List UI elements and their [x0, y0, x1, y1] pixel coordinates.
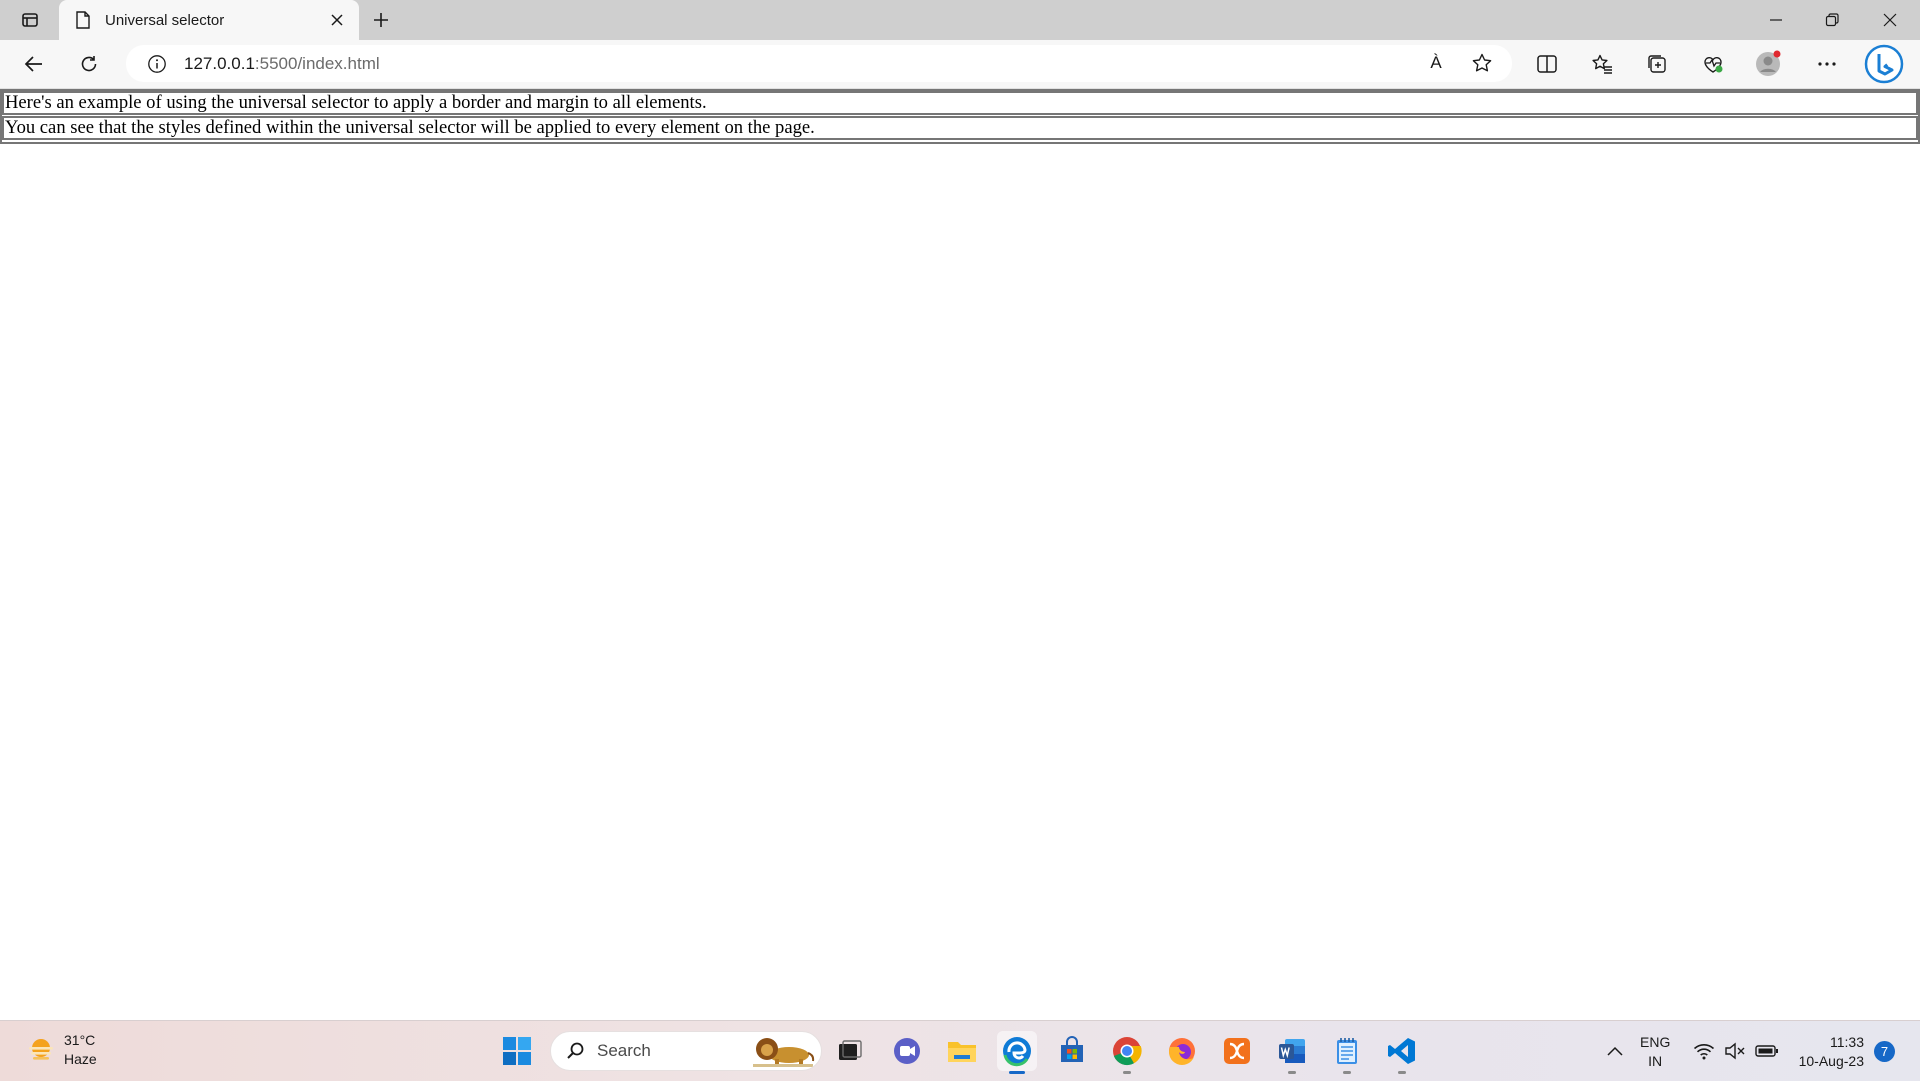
- chevron-up-icon: [1607, 1046, 1623, 1056]
- teams-chat-button[interactable]: [887, 1031, 927, 1071]
- clock[interactable]: 11:33 10-Aug-23: [1784, 1033, 1864, 1071]
- more-button[interactable]: [1810, 48, 1844, 80]
- paragraph-1: Here's an example of using the universal…: [2, 91, 1918, 115]
- tab-actions-button[interactable]: [16, 8, 44, 32]
- chrome-running-indicator: [1123, 1071, 1131, 1074]
- microsoft-store-button[interactable]: [1052, 1031, 1092, 1071]
- teams-chat-icon: [894, 1038, 920, 1064]
- address-bar[interactable]: 127.0.0.1:5500/index.html À: [126, 45, 1512, 82]
- page-viewport: Here's an example of using the universal…: [0, 89, 1920, 1020]
- split-screen-button[interactable]: [1530, 48, 1564, 80]
- bing-copilot-icon: [1864, 44, 1904, 84]
- task-view-button[interactable]: [830, 1031, 870, 1071]
- word-icon: [1279, 1039, 1305, 1063]
- taskbar: 31°C Haze Search ENG IN 11:33 10-Aug-23 …: [0, 1020, 1920, 1081]
- haze-sun-icon: [29, 1039, 53, 1060]
- vscode-running-indicator: [1398, 1071, 1406, 1074]
- firefox-button[interactable]: [1162, 1031, 1202, 1071]
- file-explorer-icon: [948, 1042, 976, 1062]
- speaker-muted-icon: [1725, 1042, 1745, 1060]
- xampp-button[interactable]: [1217, 1031, 1257, 1071]
- word-button[interactable]: [1272, 1031, 1312, 1074]
- notepad-icon: [1337, 1038, 1357, 1064]
- minimize-icon: [1770, 19, 1782, 21]
- wifi-icon: [1693, 1044, 1714, 1060]
- firefox-icon: [1169, 1038, 1195, 1065]
- profile-icon: [1756, 50, 1781, 76]
- notepad-running-indicator: [1343, 1071, 1351, 1074]
- notepad-button[interactable]: [1327, 1031, 1367, 1074]
- weather-temp: 31°C: [64, 1032, 96, 1048]
- word-running-indicator: [1288, 1071, 1296, 1074]
- plus-icon: [374, 13, 388, 27]
- new-tab-button[interactable]: [366, 6, 396, 34]
- paragraph-2: You can see that the styles defined with…: [2, 116, 1918, 140]
- url-host: 127.0.0.1: [184, 53, 255, 73]
- start-button[interactable]: [497, 1031, 537, 1071]
- windows-start-icon: [503, 1037, 531, 1065]
- read-aloud-icon: À: [1430, 53, 1442, 72]
- close-window-icon: [1883, 13, 1897, 27]
- close-window-button[interactable]: [1862, 0, 1918, 40]
- browser-essentials-button[interactable]: [1696, 48, 1730, 80]
- title-bar: Universal selector: [0, 0, 1920, 40]
- refresh-button[interactable]: [72, 48, 106, 80]
- tab-title: Universal selector: [105, 11, 225, 29]
- read-aloud-button[interactable]: À: [1418, 48, 1454, 78]
- clock-date: 10-Aug-23: [1798, 1053, 1864, 1069]
- lion-illustration-icon: [753, 1038, 815, 1067]
- quick-settings-button[interactable]: [1688, 1031, 1784, 1071]
- collections-icon: [1648, 55, 1666, 73]
- document-body: Here's an example of using the universal…: [0, 89, 1920, 144]
- language-indicator[interactable]: ENG IN: [1640, 1033, 1670, 1071]
- browser-essentials-icon: [1704, 57, 1723, 73]
- notification-badge[interactable]: 7: [1874, 1041, 1895, 1062]
- microsoft-store-icon: [1061, 1036, 1083, 1062]
- edge-taskbar-button[interactable]: [997, 1031, 1037, 1074]
- back-button[interactable]: [17, 48, 51, 80]
- battery-icon: [1755, 1045, 1779, 1057]
- restore-icon: [1825, 13, 1839, 27]
- active-tab[interactable]: Universal selector: [59, 0, 359, 40]
- refresh-icon: [81, 56, 97, 72]
- close-icon: [331, 14, 343, 26]
- show-hidden-icons-button[interactable]: [1595, 1031, 1635, 1071]
- edge-running-indicator: [1009, 1071, 1025, 1074]
- collections-button[interactable]: [1640, 48, 1674, 80]
- language-region: IN: [1648, 1053, 1663, 1069]
- url-path: :5500/index.html: [254, 53, 380, 73]
- page-icon: [73, 10, 93, 30]
- weather-widget[interactable]: 31°C Haze: [26, 1031, 97, 1069]
- bing-copilot-button[interactable]: [1864, 44, 1904, 84]
- back-icon: [24, 56, 42, 72]
- chrome-icon: [1113, 1037, 1142, 1066]
- browser-toolbar: 127.0.0.1:5500/index.html À: [0, 40, 1920, 89]
- chrome-button[interactable]: [1107, 1031, 1147, 1074]
- file-explorer-button[interactable]: [942, 1031, 982, 1071]
- split-screen-icon: [1537, 55, 1557, 73]
- favorite-button[interactable]: [1464, 48, 1500, 78]
- favorite-star-icon: [1472, 53, 1492, 72]
- vscode-icon: [1388, 1038, 1415, 1064]
- clock-time: 11:33: [1830, 1034, 1864, 1050]
- xampp-icon: [1224, 1038, 1250, 1064]
- language-code: ENG: [1640, 1034, 1671, 1050]
- taskbar-search[interactable]: Search: [550, 1031, 822, 1071]
- more-icon: [1818, 62, 1836, 66]
- task-view-icon: [839, 1040, 862, 1060]
- info-icon[interactable]: [146, 53, 168, 75]
- tab-close-button[interactable]: [323, 6, 351, 34]
- vscode-button[interactable]: [1382, 1031, 1422, 1074]
- url-text[interactable]: 127.0.0.1:5500/index.html: [184, 54, 380, 74]
- favorites-icon: [1592, 54, 1612, 74]
- minimize-button[interactable]: [1748, 0, 1804, 40]
- favorites-button[interactable]: [1585, 48, 1619, 80]
- profile-button[interactable]: [1751, 48, 1785, 80]
- search-icon: [567, 1042, 584, 1059]
- edge-icon: [1003, 1037, 1031, 1067]
- weather-desc: Haze: [64, 1051, 97, 1067]
- restore-button[interactable]: [1804, 0, 1860, 40]
- tab-actions-icon: [22, 13, 38, 27]
- search-placeholder: Search: [597, 1041, 651, 1060]
